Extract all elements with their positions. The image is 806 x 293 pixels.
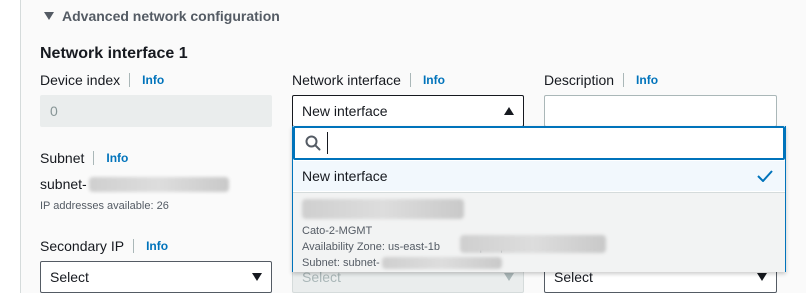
advanced-network-toggle[interactable]: Advanced network configuration [44,8,280,24]
caret-down-icon [757,273,767,281]
subnet-value: subnet- [40,176,229,192]
divider [409,73,411,87]
device-index-info-link[interactable]: Info [142,73,164,87]
redacted-vpc-id [460,235,606,253]
caret-up-icon [504,107,514,115]
subnet-label: Subnet Info [40,150,128,166]
network-interface-label-text: Network interface [292,72,401,88]
device-index-label: Device index Info [40,72,164,88]
dropdown-search[interactable] [293,126,785,160]
subnet-info-link[interactable]: Info [106,151,128,165]
option-new-interface[interactable]: New interface [293,161,785,191]
check-icon [757,170,773,182]
network-interface-heading: Network interface 1 [40,45,188,62]
caret-down-icon [504,273,514,281]
option-label: New interface [302,168,388,184]
divider [623,73,625,87]
option-az: Availability Zone: us-east-1b [302,241,440,253]
secondary-ip-info-link[interactable]: Info [146,239,168,253]
option-existing-interface[interactable]: Cato-2-MGMT Availability Zone: us-east-1… [293,192,785,272]
redacted-eni-id [302,199,776,219]
option-subnet: Subnet: subnet- [302,257,380,269]
search-icon [305,135,321,151]
divider [129,73,131,87]
description-label-text: Description [544,72,615,88]
secondary-ip-label-text: Secondary IP [40,238,125,254]
description-input[interactable] [544,95,777,127]
section-title: Advanced network configuration [62,8,280,24]
network-interface-info-link[interactable]: Info [423,73,445,87]
secondary-ip-select[interactable]: Select [40,261,272,293]
caret-down-icon [44,12,54,20]
redacted-subnet-id [381,257,502,269]
search-input[interactable] [327,132,772,154]
option-subnet-row: Subnet: subnet- [302,255,776,271]
option-az-row: Availability Zone: us-east-1b vpc-vpc-0e… [302,235,776,255]
secondary-ip-value: Select [50,269,89,285]
description-info-link[interactable]: Info [636,73,658,87]
network-interface-dropdown: New interface Cato-2-MGMT Availability Z… [292,126,786,272]
device-index-value: 0 [50,103,58,119]
network-interface-select[interactable]: New interface [292,95,524,127]
redacted-subnet-id [88,176,229,192]
device-index-field: 0 [40,95,272,127]
subnet-prefix: subnet- [40,176,87,192]
divider [93,151,95,165]
caret-down-icon [252,273,262,281]
network-interface-label: Network interface Info [292,72,445,88]
subnet-label-text: Subnet [40,150,85,166]
network-interface-value: New interface [302,103,388,119]
secondary-ip-label: Secondary IP Info [40,238,168,254]
description-label: Description Info [544,72,658,88]
device-index-label-text: Device index [40,72,121,88]
redacted-block [302,199,464,219]
ip-available-text: IP addresses available: 26 [40,200,169,212]
divider [133,239,135,253]
